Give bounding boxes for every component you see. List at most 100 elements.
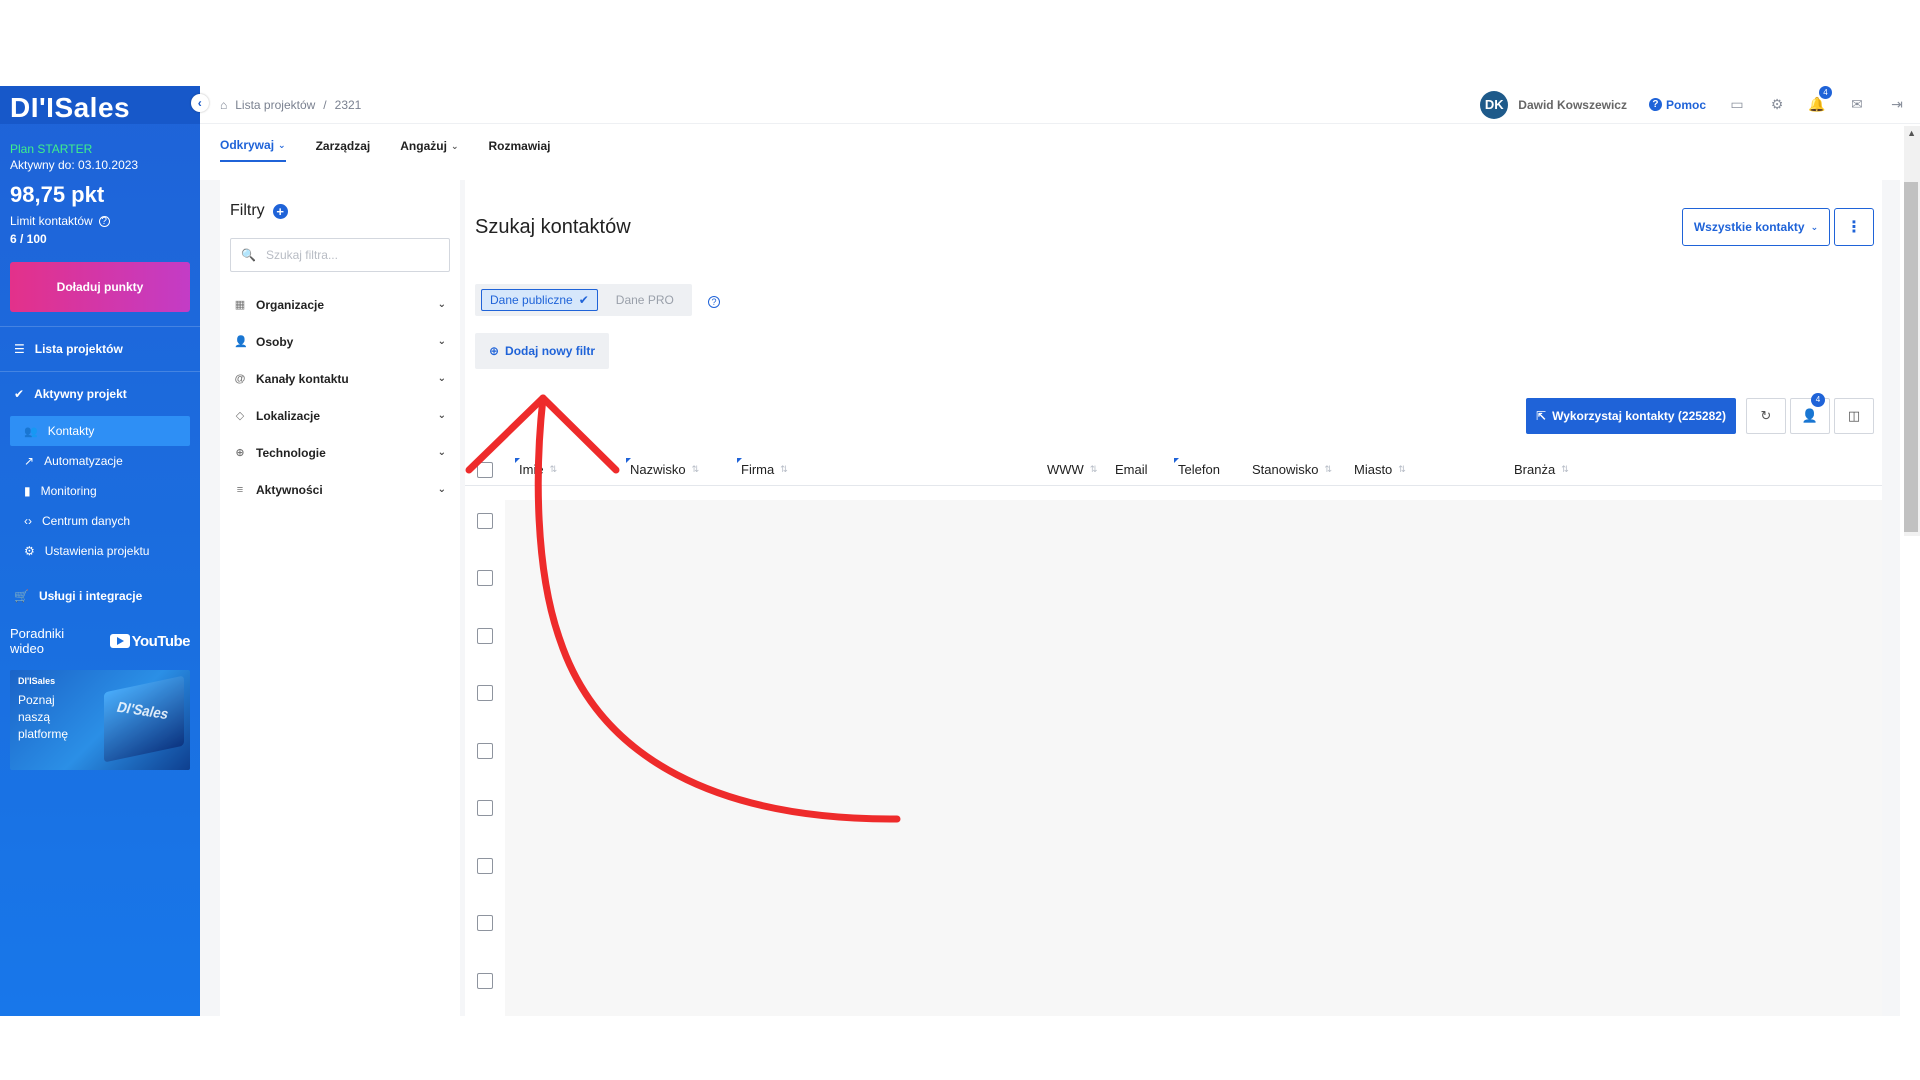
columns-button[interactable]: ◫ [1834,398,1874,434]
users-icon: 👥 [24,425,38,438]
avatar: DK [1480,90,1509,119]
row-checkbox[interactable] [477,570,493,586]
help-icon[interactable]: ? [98,215,110,227]
help-link[interactable]: ? Pomoc [1648,97,1706,112]
column-last-name[interactable]: Nazwisko ⇅ [626,458,700,477]
tab-pro-data[interactable]: Dane PRO [604,293,686,307]
row-checkbox[interactable] [477,513,493,529]
video-guides[interactable]: Poradniki wideo YouTube [0,626,200,656]
sort-icon[interactable]: ⇅ [1324,464,1332,475]
table-body-loading [505,500,1882,1016]
table-header: Imię ⇅ Nazwisko ⇅ Firma ⇅ WWW ⇅ Email Telefo… [465,454,1882,486]
add-new-filter-button[interactable]: ⊕ Dodaj nowy filtr [475,333,609,369]
column-industry[interactable]: Branża ⇅ [1514,462,1569,477]
select-all-checkbox[interactable] [477,462,493,478]
brand-logo[interactable]: DI'ISales ‹ [0,86,209,124]
plan-active-until: Aktywny do: 03.10.2023 [10,158,139,172]
row-checkbox[interactable] [477,915,493,931]
refresh-button[interactable]: ↻ [1746,398,1786,434]
row-checkbox[interactable] [477,800,493,816]
column-email[interactable]: Email [1115,462,1148,477]
tab-manage[interactable]: Zarządzaj [316,138,371,162]
sort-icon[interactable]: ⇅ [1398,464,1406,475]
logout-icon[interactable]: ⇥ [1888,96,1906,114]
search-placeholder: Szukaj filtra... [265,248,338,262]
check-icon: ✔ [14,387,25,401]
tab-talk[interactable]: Rozmawiaj [488,138,550,162]
chevron-down-icon: ⌄ [437,299,446,310]
help-icon[interactable]: ? [708,296,720,308]
assign-user-button[interactable]: 👤 4 [1790,393,1830,434]
mail-icon[interactable]: ✉ [1848,96,1866,114]
sidebar-item-automations[interactable]: ↗ Automatyzacje [10,446,190,476]
sidebar-item-project-settings[interactable]: ⚙ Ustawienia projektu [10,536,190,566]
sidebar: DI'ISales ‹ Plan STARTER Aktywny do: 03.… [0,86,209,1016]
column-position[interactable]: Stanowisko ⇅ [1252,462,1332,477]
column-city[interactable]: Miasto ⇅ [1354,462,1406,477]
checkbox[interactable] [477,462,493,478]
breadcrumb: ⌂ Lista projektów / 2321 [200,98,361,112]
youtube-logo[interactable]: YouTube [109,632,191,650]
bell-icon[interactable]: 🔔 4 [1808,85,1832,114]
sidebar-item-active-project[interactable]: ✔ Aktywny projekt [0,372,200,416]
filter-group-activities[interactable]: ≡ Aktywności ⌄ [230,471,450,508]
sidebar-item-services[interactable]: 🛒 Usługi i integracje [0,574,200,618]
more-options-button[interactable]: ⋮ [1834,208,1874,246]
breadcrumb-projects[interactable]: Lista projektów [235,98,315,112]
promo-image: DI'Sales [104,675,184,763]
gear-icon[interactable]: ⚙ [1768,96,1786,114]
user-menu[interactable]: DK Dawid Kowszewicz [1480,90,1627,119]
help-label: Pomoc [1665,97,1706,112]
all-contacts-dropdown[interactable]: Wszystkie kontakty ⌄ [1682,208,1830,246]
row-checkbox[interactable] [477,628,493,644]
page-scrollbar[interactable] [1904,126,1920,536]
app-window: DI'ISales ‹ Plan STARTER Aktywny do: 03.… [0,85,1920,1016]
column-company[interactable]: Firma ⇅ [737,458,788,477]
scrollbar-thumb[interactable] [1904,182,1918,532]
filter-group-people[interactable]: 👤 Osoby ⌄ [230,323,450,360]
sidebar-item-monitoring[interactable]: ▮ Monitoring [10,476,190,506]
columns-icon: ◫ [1847,408,1861,423]
filter-group-locations[interactable]: ◇ Lokalizacje ⌄ [230,397,450,434]
filter-group-organizations[interactable]: ▦ Organizacje ⌄ [230,286,450,323]
export-icon: ⇱ [1536,409,1547,423]
column-www[interactable]: WWW ⇅ [1047,462,1097,477]
sidebar-item-projects[interactable]: ☰ Lista projektów [0,327,200,371]
scroll-up-arrow[interactable]: ▲ [1907,128,1916,138]
platform-promo-banner[interactable]: DI'ISales Poznaj naszą platformę DI'Sale… [10,670,190,770]
billing-card-icon[interactable]: ▭ [1728,96,1746,114]
filter-groups: ▦ Organizacje ⌄ 👤 Osoby ⌄ @ Kanały konta… [230,286,450,508]
row-checkbox[interactable] [477,858,493,874]
page-title: Szukaj kontaktów [475,216,631,238]
row-checkbox[interactable] [477,743,493,759]
help-icon: ? [1648,98,1662,111]
sort-icon[interactable]: ⇅ [1090,464,1098,475]
sort-icon[interactable]: ⇅ [692,464,700,475]
filter-search-input[interactable]: 🔍 Szukaj filtra... [230,238,450,272]
filter-group-technologies[interactable]: ⊕ Technologie ⌄ [230,434,450,471]
add-filter-icon[interactable]: + [272,203,288,219]
at-icon: @ [234,372,246,385]
tab-public-data[interactable]: Dane publiczne ✔ [481,289,598,311]
sort-icon[interactable]: ⇅ [550,464,558,475]
tab-label: Odkrywaj [220,138,275,152]
tab-discover[interactable]: Odkrywaj ⌄ [220,138,286,162]
column-first-name[interactable]: Imię ⇅ [515,458,558,477]
sort-icon[interactable]: ⇅ [780,464,788,475]
row-checkbox[interactable] [477,973,493,989]
column-phone[interactable]: Telefon [1174,458,1220,477]
home-icon[interactable]: ⌂ [220,98,227,112]
use-contacts-button[interactable]: ⇱ Wykorzystaj kontakty (225282) [1526,398,1736,434]
tab-engage[interactable]: Angażuj ⌄ [400,138,458,162]
row-checkbox[interactable] [477,685,493,701]
building-icon: ▦ [234,299,246,311]
sidebar-item-data-center[interactable]: ‹› Centrum danych [10,506,190,536]
sort-icon[interactable]: ⇅ [1561,464,1569,475]
youtube-label: YouTube [131,632,191,650]
column-label: Miasto [1354,462,1393,477]
database-icon: ≡ [236,483,244,496]
column-label: Branża [1514,462,1556,477]
topup-points-button[interactable]: Doładuj punkty [10,262,190,312]
sidebar-item-contacts[interactable]: 👥 Kontakty [10,416,190,446]
filter-group-contact-channels[interactable]: @ Kanały kontaktu ⌄ [230,360,450,397]
